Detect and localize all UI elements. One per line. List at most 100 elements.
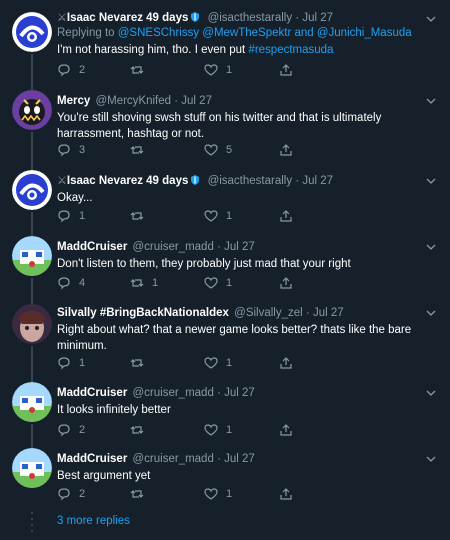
avatar[interactable] [12, 382, 52, 422]
tweet-actions: 2 1 [57, 62, 307, 78]
retweet-count: 1 [152, 277, 159, 289]
like-count: 1 [226, 357, 233, 369]
share-button[interactable] [279, 355, 293, 371]
share-button[interactable] [279, 422, 293, 438]
display-name[interactable]: MaddCruiser [57, 241, 127, 253]
share-button[interactable] [279, 62, 293, 78]
timestamp[interactable]: Jul 27 [302, 175, 333, 187]
display-name[interactable]: MaddCruiser [57, 387, 127, 399]
like-button[interactable]: 1 [204, 422, 232, 438]
reply-count: 4 [79, 277, 86, 289]
tweet[interactable]: Silvally #BringBackNationaldex @Silvally… [0, 298, 450, 380]
retweet-icon [130, 146, 144, 154]
tweet[interactable]: ⚔Isaac Nevarez 49 days @isacthestarally … [0, 166, 450, 232]
avatar[interactable] [12, 448, 52, 488]
reply-button[interactable]: 3 [57, 142, 85, 158]
chevron-down-icon[interactable] [426, 242, 436, 252]
like-button[interactable]: 5 [204, 142, 232, 158]
tweet-actions: 3 5 [57, 142, 307, 158]
tweet[interactable]: MaddCruiser @cruiser_madd · Jul 27 Don't… [0, 232, 450, 298]
mention-links[interactable]: @SNESChrissy @MewTheSpektr and @Junichi_… [118, 27, 412, 39]
chevron-down-icon[interactable] [426, 14, 436, 24]
reply-button[interactable]: 2 [57, 62, 85, 78]
handle[interactable]: @cruiser_madd [133, 241, 214, 253]
retweet-icon [130, 490, 144, 498]
retweet-button[interactable] [130, 142, 152, 158]
heart-icon [204, 424, 218, 436]
display-name[interactable]: MaddCruiser [57, 453, 127, 465]
avatar[interactable] [12, 304, 52, 344]
avatar[interactable] [12, 236, 52, 276]
handle[interactable]: @cruiser_madd [133, 387, 214, 399]
timestamp[interactable]: Jul 27 [224, 241, 255, 253]
share-icon [280, 64, 292, 76]
retweet-button[interactable]: 1 [130, 275, 158, 291]
timestamp[interactable]: Jul 27 [224, 387, 255, 399]
display-name[interactable]: Isaac Nevarez 49 days [67, 175, 188, 187]
retweet-button[interactable] [130, 486, 152, 502]
reply-count: 3 [79, 144, 86, 156]
like-button[interactable]: 1 [204, 355, 232, 371]
tweet-actions: 4 1 1 [57, 275, 307, 291]
reply-button[interactable]: 2 [57, 422, 85, 438]
like-button[interactable]: 1 [204, 208, 232, 224]
tweet-text: It looks infinitely better [57, 404, 171, 416]
share-button[interactable] [279, 275, 293, 291]
handle[interactable]: @isacthestarally [208, 175, 293, 187]
shield-icon [191, 12, 200, 22]
display-name[interactable]: Mercy [57, 95, 90, 107]
reply-icon [58, 210, 70, 223]
tweet[interactable]: MaddCruiser @cruiser_madd · Jul 27 It lo… [0, 380, 450, 446]
avatar[interactable] [12, 90, 52, 130]
avatar[interactable] [12, 12, 52, 52]
tweet[interactable]: ⚔Isaac Nevarez 49 days @isacthestarally … [0, 0, 450, 86]
handle[interactable]: @cruiser_madd [133, 453, 214, 465]
display-name[interactable]: Silvally #BringBackNationaldex [57, 307, 229, 319]
display-name[interactable]: Isaac Nevarez 49 days [67, 12, 188, 24]
replying-to: Replying to @SNESChrissy @MewTheSpektr a… [57, 27, 412, 39]
retweet-button[interactable] [130, 208, 152, 224]
reply-button[interactable]: 2 [57, 486, 85, 502]
chevron-down-icon[interactable] [426, 308, 436, 318]
reply-icon [58, 64, 70, 77]
tweet-header: MaddCruiser @cruiser_madd · Jul 27 [57, 241, 255, 253]
swords-icon: ⚔ [57, 175, 67, 187]
share-button[interactable] [279, 486, 293, 502]
handle[interactable]: @isacthestarally [208, 12, 293, 24]
share-icon [280, 357, 292, 369]
like-count: 5 [226, 144, 233, 156]
retweet-button[interactable] [130, 62, 152, 78]
retweet-button[interactable] [130, 422, 152, 438]
reply-button[interactable]: 1 [57, 355, 85, 371]
retweet-icon [130, 212, 144, 220]
like-button[interactable]: 1 [204, 486, 232, 502]
share-button[interactable] [279, 142, 293, 158]
reply-button[interactable]: 1 [57, 208, 85, 224]
like-button[interactable]: 1 [204, 275, 232, 291]
handle[interactable]: @MercyKnifed [95, 95, 171, 107]
share-icon [280, 424, 292, 436]
handle[interactable]: @Silvally_zel [234, 307, 303, 319]
chevron-down-icon[interactable] [426, 454, 436, 464]
reply-icon [58, 424, 70, 437]
reply-button[interactable]: 4 [57, 275, 85, 291]
tweet[interactable]: MaddCruiser @cruiser_madd · Jul 27 Best … [0, 446, 450, 510]
heart-icon [204, 210, 218, 222]
chevron-down-icon[interactable] [426, 176, 436, 186]
timestamp[interactable]: Jul 27 [313, 307, 344, 319]
more-replies-link[interactable]: 3 more replies [57, 515, 130, 527]
timestamp[interactable]: Jul 27 [302, 12, 333, 24]
reply-count: 1 [79, 210, 86, 222]
chevron-down-icon[interactable] [426, 388, 436, 398]
tweet[interactable]: Mercy @MercyKnifed · Jul 27 You're still… [0, 86, 450, 166]
like-button[interactable]: 1 [204, 62, 232, 78]
retweet-button[interactable] [130, 355, 152, 371]
avatar[interactable] [12, 170, 52, 210]
like-count: 1 [226, 210, 233, 222]
share-button[interactable] [279, 208, 293, 224]
timestamp[interactable]: Jul 27 [224, 453, 255, 465]
chevron-down-icon[interactable] [426, 96, 436, 106]
timestamp[interactable]: Jul 27 [181, 95, 212, 107]
thread-dots [30, 512, 34, 536]
hashtag-link[interactable]: #respectmasuda [248, 44, 333, 56]
